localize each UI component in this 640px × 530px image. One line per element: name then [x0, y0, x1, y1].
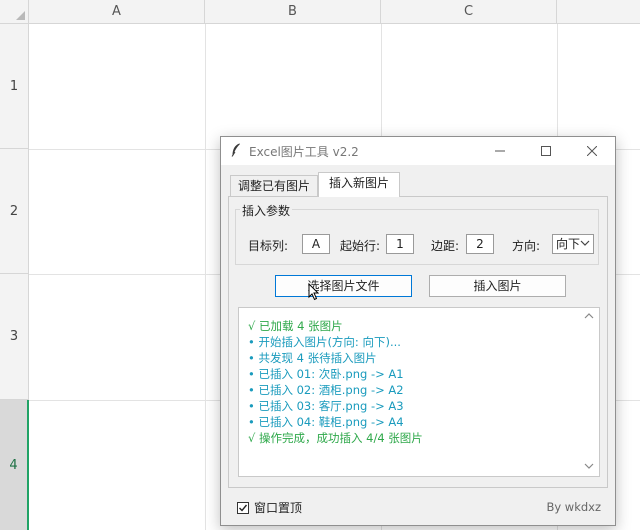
target-col-label: 目标列: [248, 239, 289, 253]
chevron-down-icon [580, 240, 590, 246]
insert-new-panel: 插入参数 目标列: A 起始行: 1 边距: 2 方向: 向下 选择图片文件 插… [228, 196, 608, 488]
direction-select[interactable]: 向下 [552, 234, 594, 254]
log-line: • 共发现 4 张待插入图片 [248, 351, 377, 365]
row-header-4[interactable]: 4 [0, 400, 29, 530]
column-header-a[interactable]: A [29, 0, 205, 24]
log-line: √ 操作完成，成功插入 4/4 张图片 [248, 431, 423, 445]
log-line: • 已插入 02: 酒柜.png -> A2 [248, 383, 404, 397]
row-header-1[interactable]: 1 [0, 24, 29, 149]
checkmark-icon [239, 504, 248, 512]
window-title: Excel图片工具 v2.2 [249, 145, 359, 159]
select-all-triangle-icon [16, 11, 25, 20]
row-header-2[interactable]: 2 [0, 149, 29, 274]
start-row-input[interactable]: 1 [386, 234, 414, 254]
log-line: • 已插入 01: 次卧.png -> A1 [248, 367, 404, 381]
maximize-icon [541, 146, 551, 156]
title-bar[interactable]: Excel图片工具 v2.2 [221, 137, 615, 165]
log-textarea[interactable]: √ 已加载 4 张图片 • 开始插入图片(方向: 向下)... • 共发现 4 … [238, 307, 600, 477]
insert-params-group: 插入参数 目标列: A 起始行: 1 边距: 2 方向: 向下 [235, 202, 599, 265]
topmost-label: 窗口置顶 [254, 501, 303, 515]
topmost-toggle[interactable]: 窗口置顶 [237, 499, 302, 516]
tab-insert-new[interactable]: 插入新图片 [318, 172, 400, 197]
maximize-button[interactable] [523, 137, 569, 165]
close-button[interactable] [569, 137, 615, 165]
log-line: • 已插入 04: 鞋柜.png -> A4 [248, 415, 404, 429]
margin-label: 边距: [431, 239, 460, 253]
excel-image-tool-window: Excel图片工具 v2.2 调整已有图片 插入新图片 插入参数 目标列: A … [220, 136, 616, 526]
close-icon [587, 146, 597, 156]
direction-label: 方向: [512, 239, 541, 253]
topmost-checkbox[interactable] [237, 501, 249, 514]
insert-params-title: 插入参数 [240, 202, 293, 219]
direction-select-value: 向下 [556, 237, 581, 251]
credit-text: By wkdxz [546, 500, 601, 514]
log-line: • 已插入 03: 客厅.png -> A3 [248, 399, 404, 413]
log-line: • 开始插入图片(方向: 向下)... [248, 335, 401, 349]
insert-images-button[interactable]: 插入图片 [429, 275, 566, 297]
scroll-down-icon[interactable] [584, 462, 594, 470]
column-header-b[interactable]: B [205, 0, 381, 24]
start-row-label: 起始行: [340, 239, 381, 253]
grid-line [205, 24, 206, 530]
target-col-input[interactable]: A [302, 234, 330, 254]
row-header-3[interactable]: 3 [0, 274, 29, 400]
tab-adjust-existing[interactable]: 调整已有图片 [230, 175, 318, 196]
column-header-d[interactable] [557, 0, 640, 24]
minimize-icon [495, 150, 505, 152]
select-files-button[interactable]: 选择图片文件 [275, 275, 412, 297]
mouse-cursor-icon [308, 283, 320, 301]
scroll-up-icon[interactable] [584, 312, 594, 320]
feather-icon [231, 143, 240, 157]
log-line: √ 已加载 4 张图片 [248, 319, 343, 333]
select-all-corner[interactable] [0, 0, 29, 24]
margin-input[interactable]: 2 [466, 234, 494, 254]
column-header-c[interactable]: C [381, 0, 557, 24]
minimize-button[interactable] [477, 137, 523, 165]
